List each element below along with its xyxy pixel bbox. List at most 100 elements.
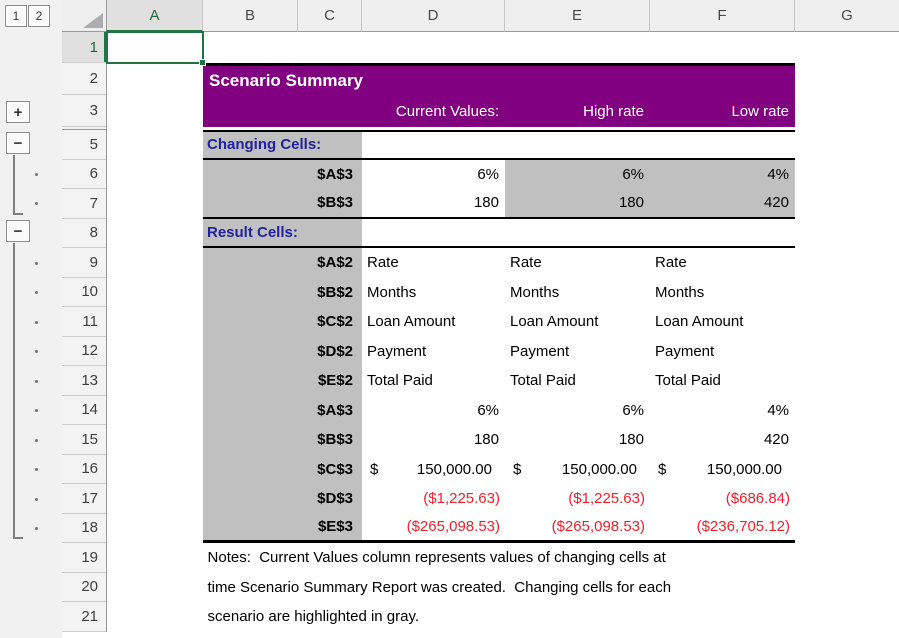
cell-a16[interactable] xyxy=(107,455,203,485)
cell-a3[interactable] xyxy=(107,95,203,127)
cell-a9[interactable] xyxy=(107,248,203,278)
result-cell-ref-c2[interactable]: $C$2 xyxy=(203,307,362,337)
cell-a20[interactable] xyxy=(107,573,203,603)
cell-a11[interactable] xyxy=(107,307,203,337)
cell-g3[interactable] xyxy=(795,95,899,127)
cell-a8[interactable] xyxy=(107,219,203,249)
cell-f17[interactable]: ($686.84) xyxy=(650,484,795,514)
result-cell-ref-b3[interactable]: $B$3 xyxy=(203,425,362,455)
cell-e11[interactable]: Loan Amount xyxy=(505,307,650,337)
fill-handle[interactable] xyxy=(199,59,206,66)
row-header-5[interactable]: 5 xyxy=(62,130,106,160)
cell-f13[interactable]: Total Paid xyxy=(650,366,795,396)
result-cells-label[interactable]: Result Cells: xyxy=(203,219,362,247)
row-header-15[interactable]: 15 xyxy=(62,425,106,455)
row-header-9[interactable]: 9 xyxy=(62,248,106,278)
cell-a2[interactable] xyxy=(107,63,203,95)
column-header-f[interactable]: F xyxy=(650,0,795,32)
cell-g5[interactable] xyxy=(795,130,899,160)
result-cell-ref-c3[interactable]: $C$3 xyxy=(203,455,362,485)
cell-g7[interactable] xyxy=(795,189,899,219)
cell-e10[interactable]: Months xyxy=(505,278,650,308)
column-header-d[interactable]: D xyxy=(362,0,505,32)
result-cell-ref-a2[interactable]: $A$2 xyxy=(203,248,362,278)
cell-a17[interactable] xyxy=(107,484,203,514)
column-header-g[interactable]: G xyxy=(795,0,899,32)
cell-f6[interactable]: 4% xyxy=(650,160,795,190)
changing-cells-label[interactable]: Changing Cells: xyxy=(203,132,362,158)
row-header-8[interactable]: 8 xyxy=(62,219,106,249)
cell-d17[interactable]: ($1,225.63) xyxy=(362,484,505,514)
cell-d12[interactable]: Payment xyxy=(362,337,505,367)
cell-g10[interactable] xyxy=(795,278,899,308)
result-cell-ref-d3[interactable]: $D$3 xyxy=(203,484,362,514)
cell-g8[interactable] xyxy=(795,219,899,249)
current-values-header[interactable]: Current Values: xyxy=(362,95,505,127)
collapse-group-button-2[interactable]: − xyxy=(6,220,30,242)
cell-d16[interactable]: $ 150,000.00 xyxy=(362,455,505,485)
cell-g2[interactable] xyxy=(795,63,899,95)
cell-def5-empty[interactable] xyxy=(362,132,795,158)
cell-g16[interactable] xyxy=(795,455,899,485)
cell-g14[interactable] xyxy=(795,396,899,426)
cell-f15[interactable]: 420 xyxy=(650,425,795,455)
row-header-16[interactable]: 16 xyxy=(62,455,106,485)
row-header-3[interactable]: 3 xyxy=(62,95,106,127)
notes-line-1[interactable]: Notes: Current Values column represents … xyxy=(203,543,899,573)
row-header-10[interactable]: 10 xyxy=(62,278,106,308)
cell-a5[interactable] xyxy=(107,130,203,160)
result-cell-ref-e2[interactable]: $E$2 xyxy=(203,366,362,396)
cell-e16[interactable]: $ 150,000.00 xyxy=(505,455,650,485)
cell-a1[interactable] xyxy=(107,32,203,63)
cell-a18[interactable] xyxy=(107,514,203,544)
cell-g13[interactable] xyxy=(795,366,899,396)
high-rate-header[interactable]: High rate xyxy=(505,95,650,127)
row-header-11[interactable]: 11 xyxy=(62,307,106,337)
cell-a12[interactable] xyxy=(107,337,203,367)
cell-g12[interactable] xyxy=(795,337,899,367)
row-header-19[interactable]: 19 xyxy=(62,543,106,573)
cell-e7[interactable]: 180 xyxy=(505,189,650,217)
row-header-1[interactable]: 1 xyxy=(62,32,106,63)
cell-f16[interactable]: $ 150,000.00 xyxy=(650,455,795,485)
row-header-14[interactable]: 14 xyxy=(62,396,106,426)
cell-d13[interactable]: Total Paid xyxy=(362,366,505,396)
cell-f10[interactable]: Months xyxy=(650,278,795,308)
cell-e6[interactable]: 6% xyxy=(505,160,650,190)
low-rate-header[interactable]: Low rate xyxy=(650,95,795,127)
cell-g9[interactable] xyxy=(795,248,899,278)
row-header-2[interactable]: 2 xyxy=(62,63,106,95)
cell-a10[interactable] xyxy=(107,278,203,308)
cell-g11[interactable] xyxy=(795,307,899,337)
row-header-12[interactable]: 12 xyxy=(62,337,106,367)
cell-e14[interactable]: 6% xyxy=(505,396,650,426)
result-cell-ref-d2[interactable]: $D$2 xyxy=(203,337,362,367)
column-header-a[interactable]: A xyxy=(107,0,203,32)
cell-f7[interactable]: 420 xyxy=(650,189,795,217)
cell-d14[interactable]: 6% xyxy=(362,396,505,426)
row-header-20[interactable]: 20 xyxy=(62,573,106,603)
result-cell-ref-e3[interactable]: $E$3 xyxy=(203,514,362,541)
cell-g15[interactable] xyxy=(795,425,899,455)
cell-d11[interactable]: Loan Amount xyxy=(362,307,505,337)
changing-cell-ref-a3[interactable]: $A$3 xyxy=(203,160,362,190)
outline-level-2-button[interactable]: 2 xyxy=(28,5,50,27)
cell-g6[interactable] xyxy=(795,160,899,190)
select-all-corner[interactable] xyxy=(62,0,107,32)
cell-e15[interactable]: 180 xyxy=(505,425,650,455)
notes-line-2[interactable]: time Scenario Summary Report was created… xyxy=(203,573,899,603)
column-header-e[interactable]: E xyxy=(505,0,650,32)
cell-f12[interactable]: Payment xyxy=(650,337,795,367)
cell-f11[interactable]: Loan Amount xyxy=(650,307,795,337)
cell-d15[interactable]: 180 xyxy=(362,425,505,455)
row-header-7[interactable]: 7 xyxy=(62,189,106,219)
cell-d6[interactable]: 6% xyxy=(362,160,505,190)
result-cell-ref-b2[interactable]: $B$2 xyxy=(203,278,362,308)
cell-e13[interactable]: Total Paid xyxy=(505,366,650,396)
cell-e18[interactable]: ($265,098.53) xyxy=(505,514,650,541)
cell-d9[interactable]: Rate xyxy=(362,248,505,278)
expand-group-button[interactable]: + xyxy=(6,101,30,123)
cell-d18[interactable]: ($265,098.53) xyxy=(362,514,505,541)
row-header-18[interactable]: 18 xyxy=(62,514,106,544)
cell-a13[interactable] xyxy=(107,366,203,396)
